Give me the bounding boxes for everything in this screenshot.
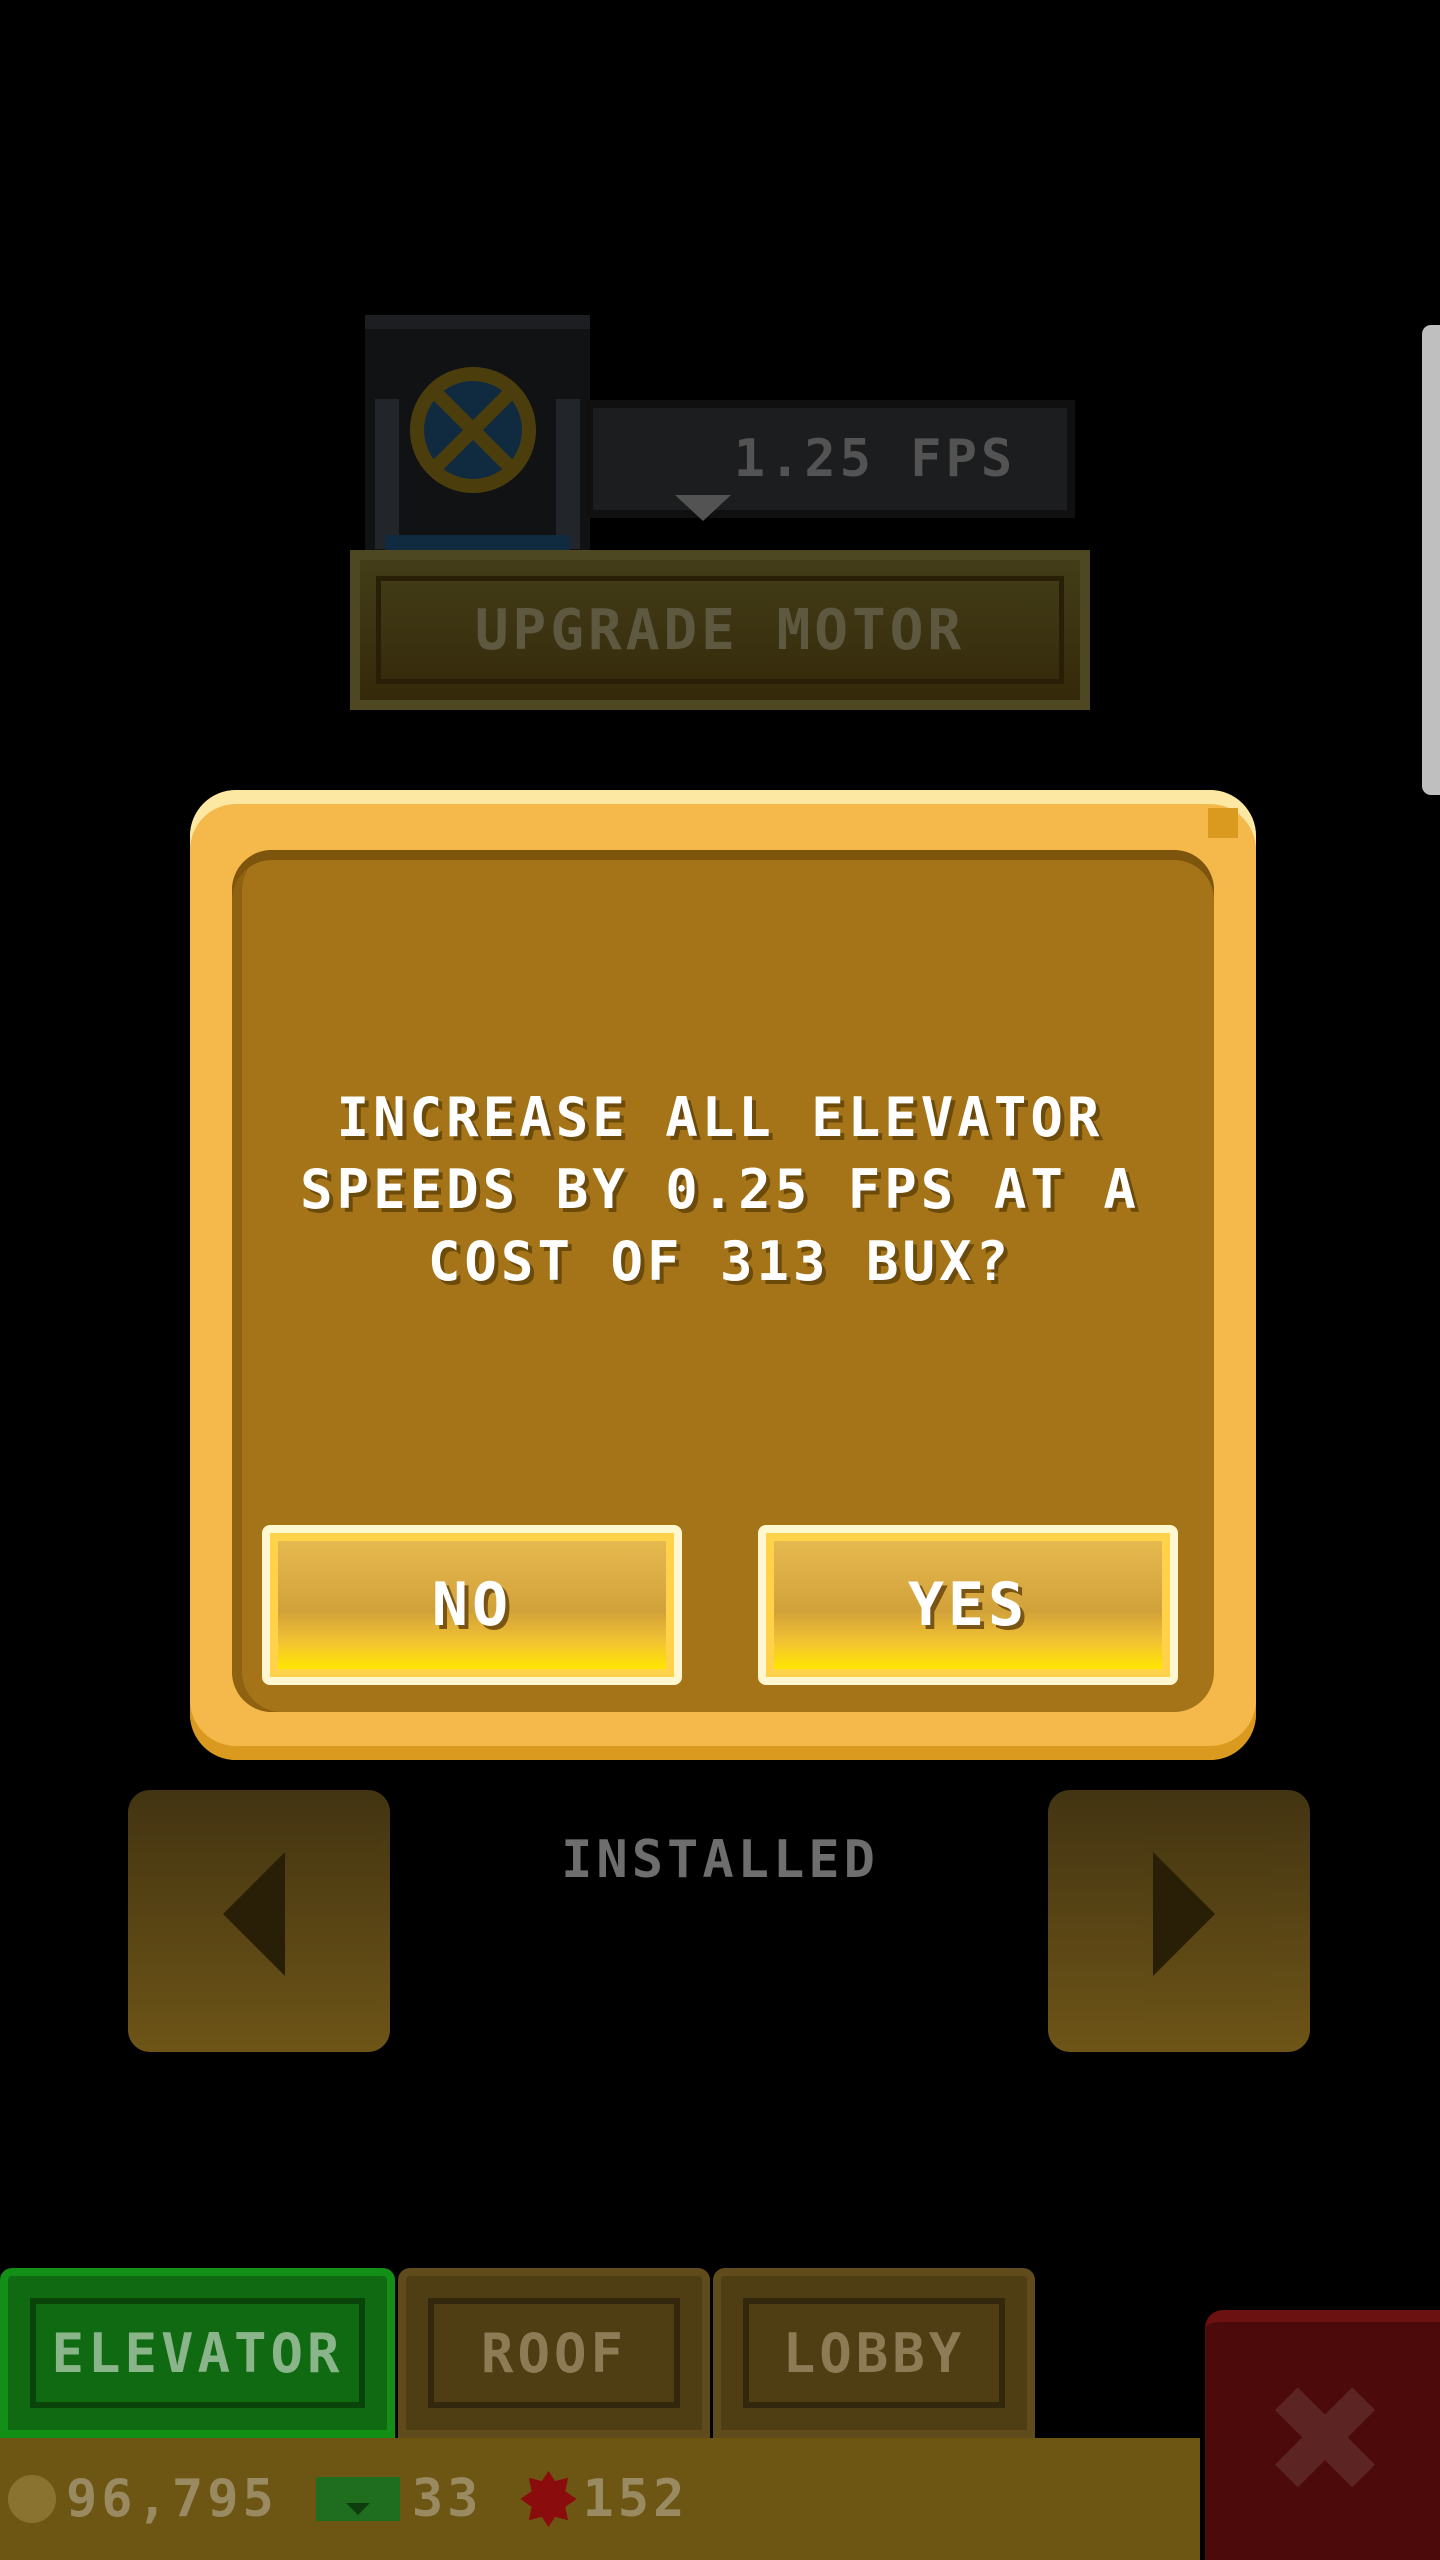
no-button[interactable]: NO bbox=[262, 1525, 682, 1685]
arrow-left-icon bbox=[223, 1852, 285, 1976]
upgrade-motor-button-inset bbox=[376, 576, 1064, 684]
motor-pipe-left bbox=[375, 399, 399, 549]
dialog-message-line-3: COST OF 313 BUX? bbox=[427, 1230, 1013, 1293]
yes-button-face: YES bbox=[766, 1533, 1170, 1677]
dialog-message-line-2: SPEEDS BY 0.25 FPS AT A bbox=[300, 1158, 1140, 1221]
dialog-corner-accent bbox=[1208, 808, 1238, 838]
coin-count: 96,795 bbox=[66, 2469, 278, 2529]
tab-lobby[interactable]: LOBBY bbox=[713, 2268, 1035, 2438]
resource-bar: 96,795 33 152 bbox=[0, 2438, 1200, 2560]
tab-elevator-inset bbox=[30, 2298, 365, 2408]
bux-icon bbox=[315, 2477, 400, 2521]
yes-button[interactable]: YES bbox=[758, 1525, 1178, 1685]
confirm-dialog-message: INCREASE ALL ELEVATOR SPEEDS BY 0.25 FPS… bbox=[250, 1082, 1190, 1298]
motor-panel: 1.25 FPS UPGRADE MOTOR bbox=[350, 315, 1090, 715]
next-button[interactable] bbox=[1048, 1790, 1310, 2052]
side-scroll-handle[interactable] bbox=[1422, 325, 1440, 795]
motor-icon bbox=[365, 315, 590, 559]
dropdown-arrow-icon bbox=[675, 495, 731, 521]
bux-count: 33 bbox=[411, 2469, 483, 2529]
motor-speed-display: 1.25 FPS bbox=[585, 400, 1075, 518]
tab-elevator[interactable]: ELEVATOR bbox=[0, 2268, 395, 2438]
no-button-face: NO bbox=[270, 1533, 674, 1677]
gem-icon bbox=[520, 2471, 577, 2527]
dialog-message-line-1: INCREASE ALL ELEVATOR bbox=[336, 1086, 1104, 1149]
gem-count: 152 bbox=[582, 2469, 689, 2529]
yes-button-label: YES bbox=[907, 1570, 1029, 1640]
tab-roof-inset bbox=[428, 2298, 680, 2408]
arrow-right-icon bbox=[1153, 1852, 1215, 1976]
motor-wheel-icon bbox=[410, 367, 536, 493]
tab-lobby-inset bbox=[743, 2298, 1005, 2408]
close-icon: ✖ bbox=[1262, 2354, 1388, 2528]
game-screen: 1.25 FPS UPGRADE MOTOR INCREASE ALL ELEV… bbox=[0, 0, 1440, 2560]
coin-icon bbox=[8, 2475, 56, 2523]
no-button-label: NO bbox=[431, 1570, 513, 1640]
installed-status: INSTALLED bbox=[561, 1830, 879, 1890]
tab-roof[interactable]: ROOF bbox=[398, 2268, 710, 2438]
motor-pipe-right bbox=[556, 399, 580, 549]
upgrade-motor-button[interactable]: UPGRADE MOTOR bbox=[350, 550, 1090, 710]
close-button[interactable]: ✖ bbox=[1205, 2310, 1440, 2560]
motor-speed-label: 1.25 FPS bbox=[733, 429, 1017, 489]
previous-button[interactable] bbox=[128, 1790, 390, 2052]
